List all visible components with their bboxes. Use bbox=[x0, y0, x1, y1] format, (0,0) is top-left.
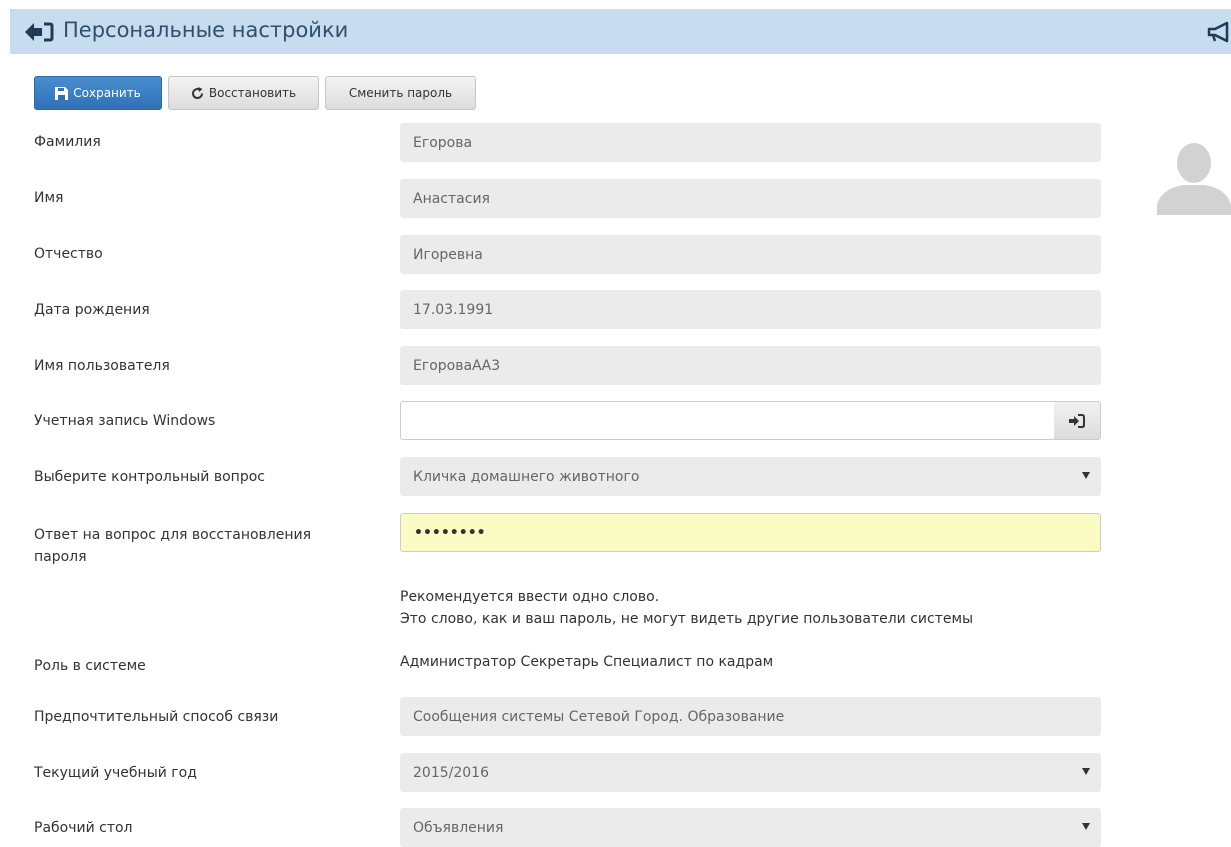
school-year-label: Текущий учебный год bbox=[34, 765, 197, 781]
username-label: Имя пользователя bbox=[34, 358, 170, 374]
back-arrow-icon[interactable] bbox=[24, 21, 54, 43]
security-answer-value: •••••••• bbox=[414, 524, 486, 541]
security-answer-label-line1: Ответ на вопрос для восстановления bbox=[34, 527, 312, 543]
restore-button-label: Восстановить bbox=[208, 86, 297, 100]
username-field: ЕгороваАА3 bbox=[400, 346, 1101, 385]
last-name-value: Егорова bbox=[413, 134, 473, 151]
desktop-label: Рабочий стол bbox=[34, 820, 133, 836]
last-name-field: Егорова bbox=[400, 123, 1101, 162]
hint-line-1: Рекомендуется ввести одно слово. bbox=[400, 589, 660, 605]
windows-login-button[interactable] bbox=[1054, 401, 1101, 440]
save-button[interactable]: Сохранить bbox=[34, 76, 162, 110]
page-header: Персональные настройки bbox=[10, 9, 1231, 54]
desktop-select[interactable]: Объявления bbox=[400, 808, 1101, 847]
school-year-select[interactable]: 2015/2016 bbox=[400, 753, 1101, 792]
birth-date-value: 17.03.1991 bbox=[413, 301, 494, 318]
chevron-down-icon bbox=[1082, 768, 1090, 775]
first-name-value: Анастасия bbox=[413, 190, 490, 207]
security-answer-input[interactable]: •••••••• bbox=[400, 513, 1101, 552]
restore-button[interactable]: Восстановить bbox=[168, 76, 319, 110]
contact-method-label: Предпочтительный способ связи bbox=[34, 709, 279, 725]
chevron-down-icon bbox=[1082, 472, 1090, 479]
patronymic-field: Игоревна bbox=[400, 235, 1101, 274]
change-password-button[interactable]: Сменить пароль bbox=[325, 76, 476, 110]
page-title: Персональные настройки bbox=[63, 18, 349, 42]
first-name-label: Имя bbox=[34, 190, 64, 206]
megaphone-icon[interactable] bbox=[1207, 21, 1231, 43]
contact-method-field: Сообщения системы Сетевой Город. Образов… bbox=[400, 697, 1101, 736]
birth-date-field: 17.03.1991 bbox=[400, 290, 1101, 329]
save-button-label: Сохранить bbox=[73, 86, 141, 100]
security-question-label: Выберите контрольный вопрос bbox=[34, 469, 265, 485]
role-value: Администратор Секретарь Специалист по ка… bbox=[400, 654, 774, 670]
hint-line-2: Это слово, как и ваш пароль, не могут ви… bbox=[400, 611, 974, 627]
security-question-value: Кличка домашнего животного bbox=[413, 468, 640, 485]
security-answer-label: Ответ на вопрос для восстановления парол… bbox=[34, 524, 311, 568]
change-password-button-label: Сменить пароль bbox=[348, 86, 453, 100]
refresh-icon bbox=[191, 86, 204, 100]
login-icon bbox=[1069, 413, 1085, 428]
school-year-value: 2015/2016 bbox=[413, 764, 489, 781]
patronymic-label: Отчество bbox=[34, 246, 103, 262]
username-value: ЕгороваАА3 bbox=[413, 357, 501, 374]
security-answer-label-line2: пароля bbox=[34, 549, 87, 565]
windows-account-input[interactable] bbox=[400, 401, 1055, 440]
chevron-down-icon bbox=[1082, 823, 1090, 830]
security-question-select[interactable]: Кличка домашнего животного bbox=[400, 457, 1101, 496]
first-name-field: Анастасия bbox=[400, 179, 1101, 218]
desktop-value: Объявления bbox=[413, 819, 504, 836]
contact-method-value: Сообщения системы Сетевой Город. Образов… bbox=[413, 708, 785, 725]
role-label: Роль в системе bbox=[34, 658, 146, 674]
birth-date-label: Дата рождения bbox=[34, 302, 150, 318]
avatar-icon bbox=[1157, 143, 1231, 215]
last-name-label: Фамилия bbox=[34, 134, 101, 150]
patronymic-value: Игоревна bbox=[413, 246, 483, 263]
windows-account-label: Учетная запись Windows bbox=[34, 413, 216, 429]
floppy-disk-icon bbox=[55, 86, 69, 100]
